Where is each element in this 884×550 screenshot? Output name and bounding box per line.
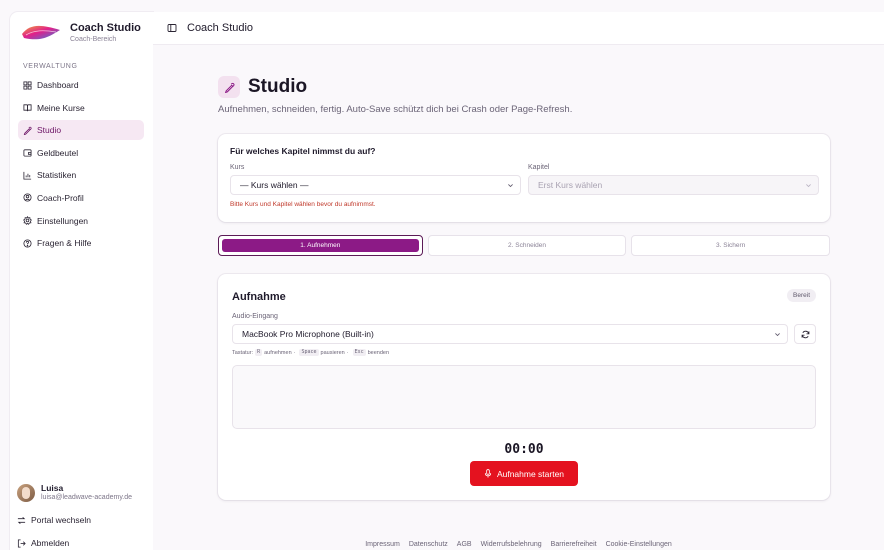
recording-timer: 00:00 [504, 442, 544, 457]
chapter-label: Kapitel [528, 164, 550, 171]
page-subtitle: Aufnehmen, schneiden, fertig. Auto-Save … [218, 104, 573, 115]
step-tabs: 1. Aufnehmen 2. Schneiden 3. Sichern [218, 235, 831, 256]
chevron-down-icon [508, 184, 513, 188]
brand-logo-icon [20, 22, 62, 44]
sidebar-item-label: Coach-Profil [37, 192, 84, 203]
sidebar-item-einstellungen[interactable]: Einstellungen [18, 211, 144, 231]
user-name: Luisa [41, 483, 64, 493]
footer-link-impressum[interactable]: Impressum [365, 541, 400, 548]
brand-title: Coach Studio [70, 22, 141, 34]
tab-aufnehmen[interactable]: 1. Aufnehmen [218, 235, 423, 256]
sidebar-item-studio[interactable]: Studio [18, 120, 144, 141]
chart-icon [23, 171, 32, 180]
top-bar: Coach Studio [153, 12, 884, 45]
recording-card: Aufnahme Bereit Audio-Eingang MacBook Pr… [218, 274, 830, 500]
chapter-select-card: Für welches Kapitel nimmst du auf? Kurs … [218, 134, 830, 222]
sidebar-item-statistiken[interactable]: Statistiken [18, 165, 144, 185]
app-shell: Coach Studio Coach-Bereich VERWALTUNG Da… [0, 0, 884, 550]
course-select-value: — Kurs wählen — [240, 180, 309, 190]
shortcut-key-record: R [255, 349, 263, 356]
dashboard-icon [23, 80, 32, 90]
refresh-devices-button[interactable] [794, 324, 816, 344]
audio-input-label: Audio-Eingang [232, 313, 278, 320]
footer-link-agb[interactable]: AGB [457, 541, 472, 548]
tab-label: 1. Aufnehmen [222, 239, 419, 252]
sidebar: Coach Studio Coach-Bereich VERWALTUNG Da… [10, 12, 153, 550]
sidebar-nav: Dashboard Meine Kurse Studio Geldbeutel … [18, 75, 144, 256]
help-icon [23, 239, 32, 248]
avatar [17, 483, 35, 502]
footer-link-cookies[interactable]: Cookie-Einstellungen [606, 541, 672, 548]
logout-icon [17, 538, 26, 548]
sidebar-item-geldbeutel[interactable]: Geldbeutel [18, 143, 144, 163]
chapter-select[interactable]: Erst Kurs wählen [528, 175, 819, 195]
user-profile[interactable]: Luisa luisa@leadwave-academy.de [17, 483, 132, 502]
tab-label: 3. Sichern [716, 242, 746, 249]
sidebar-item-label: Geldbeutel [37, 147, 79, 158]
microphone-icon [484, 469, 492, 478]
sidebar-item-label: Studio [37, 125, 62, 136]
start-recording-label: Aufnahme starten [496, 468, 565, 479]
shortcut-action-record: aufnehmen [264, 349, 292, 356]
tab-label: 2. Schneiden [508, 242, 546, 249]
course-select[interactable]: — Kurs wählen — [230, 175, 521, 195]
topbar-title: Coach Studio [187, 22, 254, 34]
wallet-icon [23, 149, 32, 157]
logout-label: Abmelden [31, 538, 70, 548]
shortcut-separator: · [346, 349, 349, 356]
shortcut-prefix: Tastatur: [232, 349, 254, 356]
switch-portal-button[interactable]: Portal wechseln [17, 515, 91, 525]
sidebar-item-label: Dashboard [37, 80, 79, 90]
footer-link-barrierefreiheit[interactable]: Barrierefreiheit [551, 541, 597, 548]
brand-subtitle: Coach-Bereich [70, 36, 117, 43]
sidebar-item-label: Fragen & Hilfe [37, 238, 92, 249]
shortcut-action-pause: pausieren [320, 349, 345, 356]
sidebar-toggle-icon[interactable] [167, 23, 177, 33]
footer-link-datenschutz[interactable]: Datenschutz [409, 541, 448, 548]
sidebar-item-dashboard[interactable]: Dashboard [18, 75, 144, 95]
sidebar-item-label: Einstellungen [37, 215, 89, 226]
course-label: Kurs [230, 164, 245, 171]
user-email: luisa@leadwave-academy.de [41, 494, 133, 501]
shortcut-key-pause: Space [299, 349, 319, 356]
chevron-down-icon [775, 333, 780, 337]
refresh-icon [801, 330, 809, 338]
logout-button[interactable]: Abmelden [17, 538, 69, 548]
sidebar-item-label: Statistiken [37, 170, 77, 181]
switch-portal-label: Portal wechseln [31, 515, 92, 525]
tab-schneiden[interactable]: 2. Schneiden [427, 235, 627, 256]
page-title: Studio [248, 76, 308, 97]
waveform-area [232, 365, 816, 429]
page-header: Studio Aufnehmen, schneiden, fertig. Aut… [218, 76, 572, 115]
book-icon [23, 104, 32, 112]
tab-sichern[interactable]: 3. Sichern [631, 235, 831, 256]
start-recording-button[interactable]: Aufnahme starten [470, 461, 578, 486]
sidebar-item-coach-profil[interactable]: Coach-Profil [18, 188, 144, 208]
shortcut-action-end: beenden [367, 349, 390, 356]
shortcut-key-end: Esc [352, 349, 366, 356]
audio-input-select[interactable]: MacBook Pro Microphone (Built-in) [232, 324, 788, 344]
profile-icon [23, 193, 32, 202]
sidebar-item-meine-kurse[interactable]: Meine Kurse [18, 98, 144, 118]
sidebar-item-fragen-hilfe[interactable]: Fragen & Hilfe [18, 233, 144, 253]
selection-warning: Bitte Kurs und Kapitel wählen bevor du a… [230, 201, 376, 208]
gear-icon [23, 216, 32, 225]
footer: Impressum Datenschutz AGB Widerrufsbeleh… [153, 541, 884, 548]
chapter-question: Für welches Kapitel nimmst du auf? [230, 146, 376, 156]
main-content: Studio Aufnehmen, schneiden, fertig. Aut… [153, 45, 884, 550]
sidebar-item-label: Meine Kurse [37, 102, 85, 113]
chapter-select-value: Erst Kurs wählen [538, 180, 603, 190]
recording-title: Aufnahme [232, 291, 286, 303]
shortcut-separator: · [293, 349, 296, 356]
footer-link-widerruf[interactable]: Widerrufsbelehrung [481, 541, 542, 548]
keyboard-shortcuts: Tastatur: R aufnehmen · Space pausieren … [232, 349, 389, 356]
audio-input-value: MacBook Pro Microphone (Built-in) [242, 329, 374, 339]
sidebar-section-label: VERWALTUNG [23, 63, 78, 70]
status-badge: Bereit [787, 289, 816, 302]
pen-icon [218, 76, 240, 98]
switch-icon [17, 516, 26, 524]
brand[interactable]: Coach Studio Coach-Bereich [20, 18, 141, 48]
pen-icon [23, 126, 32, 135]
chevron-down-icon [806, 184, 811, 188]
